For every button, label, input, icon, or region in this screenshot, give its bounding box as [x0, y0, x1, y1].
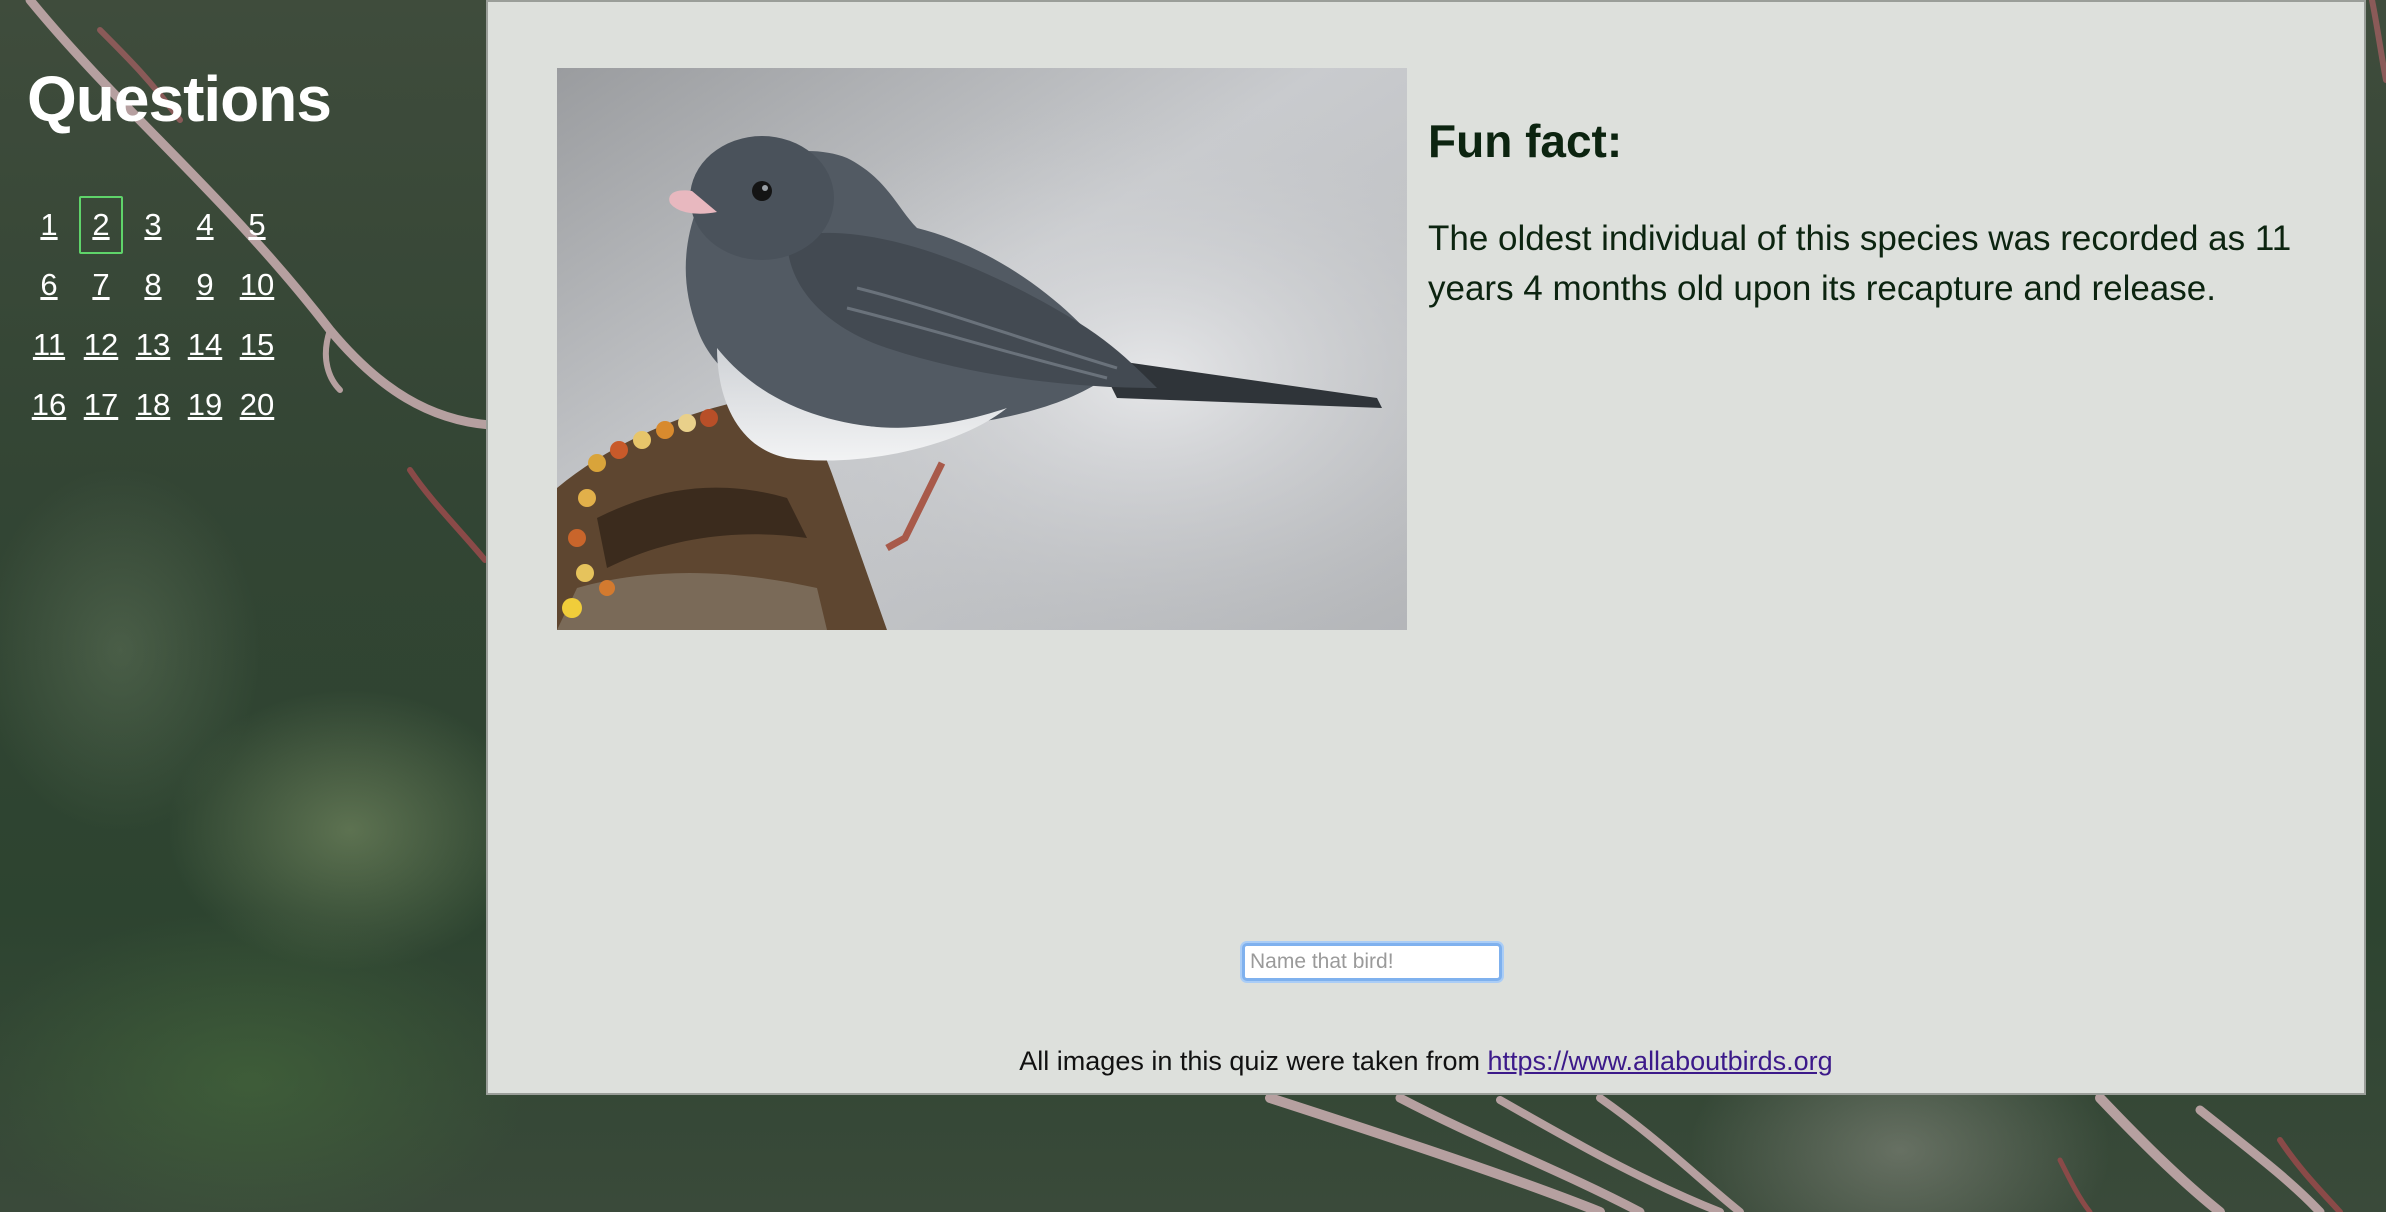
- question-link-10[interactable]: 10: [235, 256, 279, 314]
- question-link-1[interactable]: 1: [27, 196, 71, 254]
- footer-text: All images in this quiz were taken from: [1019, 1046, 1488, 1076]
- bird-photo: [557, 68, 1407, 630]
- bird-name-input[interactable]: [1242, 943, 1502, 981]
- question-link-8[interactable]: 8: [131, 256, 175, 314]
- allaboutbirds-link[interactable]: https://www.allaboutbirds.org: [1488, 1046, 1833, 1076]
- quiz-panel: Fun fact: The oldest individual of this …: [486, 0, 2366, 1095]
- question-link-18[interactable]: 18: [131, 376, 175, 434]
- question-link-20[interactable]: 20: [235, 376, 279, 434]
- question-link-6[interactable]: 6: [27, 256, 71, 314]
- question-link-16[interactable]: 16: [27, 376, 71, 434]
- question-link-15[interactable]: 15: [235, 316, 279, 374]
- question-link-12[interactable]: 12: [79, 316, 123, 374]
- sidebar-title: Questions: [27, 63, 332, 135]
- questions-sidebar: Questions 1 2 3 4 5 6 7 8 9 10 11 12 13 14 15 16 17 18 19 2…: [0, 0, 485, 1212]
- question-link-5[interactable]: 5: [235, 196, 279, 254]
- question-link-4[interactable]: 4: [183, 196, 227, 254]
- question-link-14[interactable]: 14: [183, 316, 227, 374]
- question-link-17[interactable]: 17: [79, 376, 123, 434]
- question-link-19[interactable]: 19: [183, 376, 227, 434]
- fun-fact-heading: Fun fact:: [1428, 115, 1623, 167]
- image-credit-footer: All images in this quiz were taken from …: [488, 1046, 2364, 1077]
- question-link-13[interactable]: 13: [131, 316, 175, 374]
- question-nav-grid: 1 2 3 4 5 6 7 8 9 10 11 12 13 14 15 16 17 18 19 20: [27, 196, 287, 436]
- fun-fact-text: The oldest individual of this species wa…: [1428, 219, 2292, 308]
- question-link-3[interactable]: 3: [131, 196, 175, 254]
- question-link-11[interactable]: 11: [27, 316, 71, 374]
- question-link-2[interactable]: 2: [79, 196, 123, 254]
- question-link-7[interactable]: 7: [79, 256, 123, 314]
- question-link-9[interactable]: 9: [183, 256, 227, 314]
